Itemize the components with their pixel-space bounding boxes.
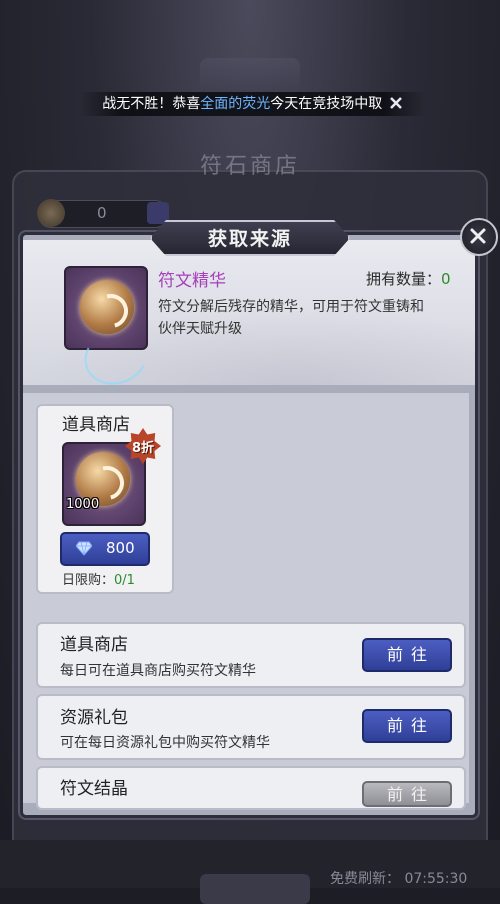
goto-rune-crystal-button[interactable]: 前往 bbox=[362, 781, 452, 807]
own-count: 拥有数量：0 bbox=[366, 268, 451, 289]
rune-coin-icon bbox=[37, 199, 65, 227]
announcement-banner: 战无不胜！恭喜全面的荧光今天在竞技场中取 bbox=[80, 92, 425, 116]
diamond-icon bbox=[76, 541, 92, 556]
item-description: 符文分解后残存的精华，可用于符文重铸和伙伴天赋升级 bbox=[158, 299, 424, 337]
price-value: 800 bbox=[106, 539, 135, 557]
rune-orb-icon bbox=[80, 280, 134, 334]
daily-limit-label: 日限购： bbox=[62, 573, 115, 588]
free-refresh-timer: 免费刷新： 07:55:30 bbox=[330, 871, 468, 887]
source-row-title: 符文结晶 bbox=[60, 779, 128, 799]
own-count-label: 拥有数量： bbox=[366, 270, 442, 288]
shop-item-quantity: 1000 bbox=[66, 497, 100, 512]
discount-badge: 8折 bbox=[125, 428, 161, 464]
popup-header: 获取来源 bbox=[150, 212, 350, 258]
source-row-desc: 每日可在道具商店购买符文精华 bbox=[60, 663, 256, 679]
shop-title: 符石商店 bbox=[199, 154, 300, 179]
daily-limit: 日限购：0/1 bbox=[62, 569, 135, 588]
crossed-swords-icon bbox=[389, 97, 402, 109]
close-button[interactable] bbox=[460, 218, 498, 256]
shop-card-title: 道具商店 bbox=[62, 415, 130, 435]
discount-text: 8折 bbox=[131, 441, 155, 456]
refresh-button[interactable] bbox=[200, 874, 310, 904]
source-row-title: 道具商店 bbox=[60, 635, 128, 655]
announcement-player: 全面的荧光 bbox=[200, 96, 271, 112]
announcement-suffix: 今天在竞技场中取 bbox=[270, 96, 383, 112]
currency-value: 0 bbox=[97, 204, 107, 222]
announcement-prefix: 战无不胜！恭喜 bbox=[102, 96, 201, 112]
popup-title: 获取来源 bbox=[207, 228, 292, 250]
buy-button[interactable]: 800 bbox=[60, 532, 150, 566]
own-count-value: 0 bbox=[441, 270, 451, 288]
currency-bar: 0 bbox=[37, 199, 169, 228]
close-icon bbox=[470, 228, 486, 244]
source-row-title: 资源礼包 bbox=[60, 708, 128, 728]
goto-resource-pack-button[interactable]: 前往 bbox=[362, 709, 452, 743]
goto-item-shop-button[interactable]: 前往 bbox=[362, 638, 452, 672]
item-name: 符文精华 bbox=[158, 271, 226, 291]
daily-limit-value: 0/1 bbox=[114, 573, 135, 588]
source-row-desc: 可在每日资源礼包中购买符文精华 bbox=[60, 735, 270, 751]
